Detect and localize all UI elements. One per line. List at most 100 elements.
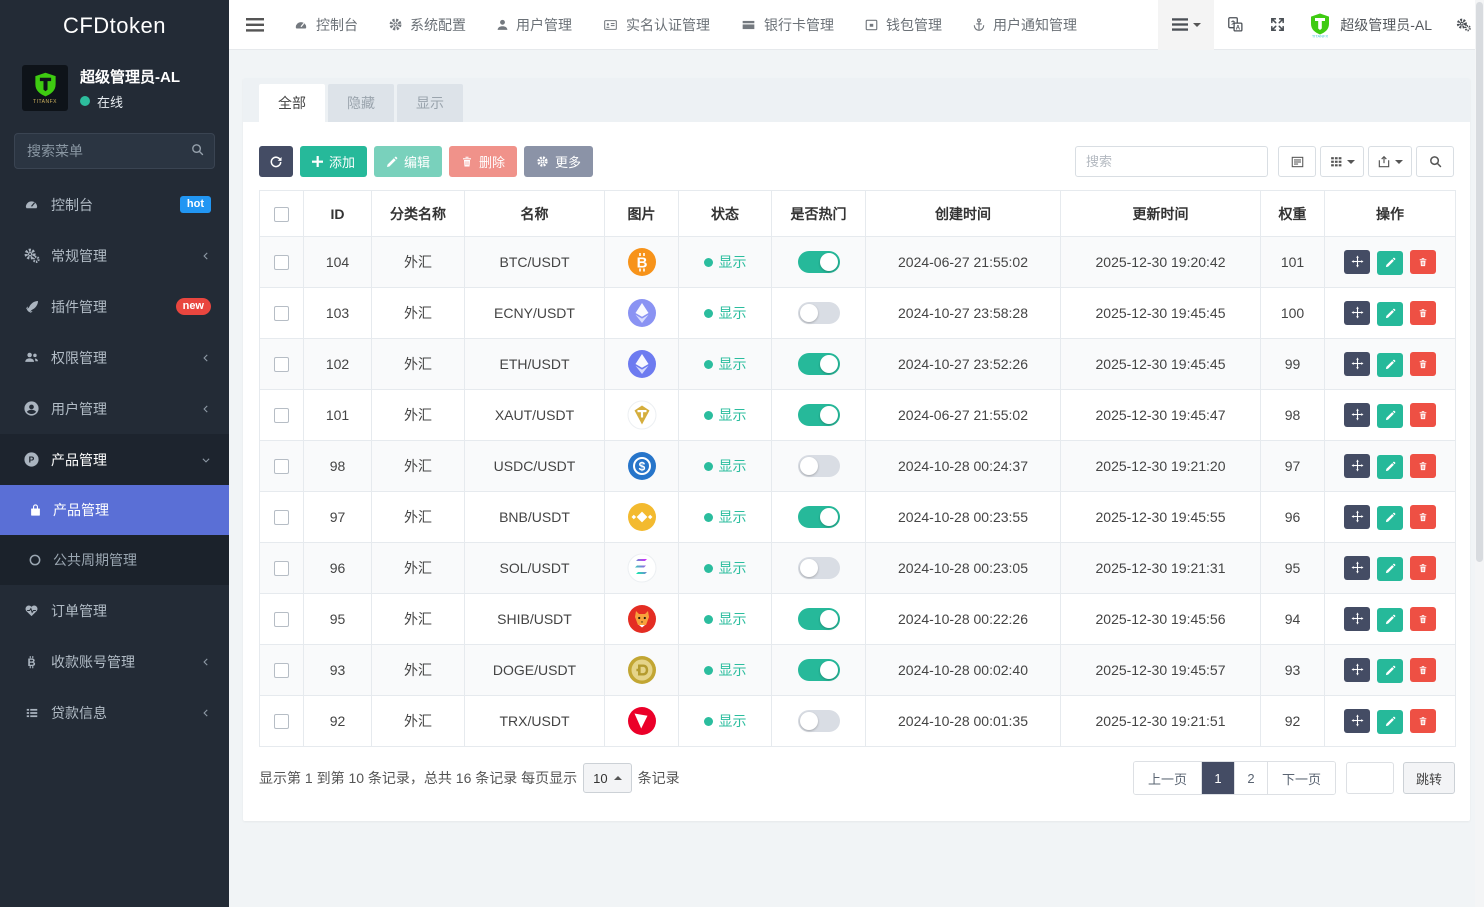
sidebar-item-general[interactable]: 常规管理	[0, 230, 229, 281]
row-edit-button[interactable]	[1377, 404, 1403, 428]
nav-item-user-notice[interactable]: 用户通知管理	[959, 0, 1090, 50]
hot-toggle[interactable]	[798, 506, 840, 528]
row-edit-button[interactable]	[1377, 557, 1403, 581]
row-delete-button[interactable]	[1410, 454, 1436, 478]
sidebar-toggle-icon[interactable]	[229, 18, 280, 32]
sidebar-item-permissions[interactable]: 权限管理	[0, 332, 229, 383]
row-edit-button[interactable]	[1377, 608, 1403, 632]
search-submit-button[interactable]	[1416, 146, 1454, 177]
select-all-checkbox[interactable]	[274, 207, 289, 222]
admin-profile[interactable]: TITANFX 超级管理员-AL	[1298, 12, 1442, 38]
refresh-button[interactable]	[259, 146, 293, 177]
submenu-item-public-cycle[interactable]: 公共周期管理	[0, 535, 229, 585]
edit-button[interactable]: 编辑	[374, 146, 442, 177]
row-delete-button[interactable]	[1410, 505, 1436, 529]
nav-item-user-manage[interactable]: 用户管理	[483, 0, 585, 50]
row-move-button[interactable]	[1344, 352, 1370, 376]
row-checkbox[interactable]	[274, 357, 289, 372]
row-edit-button[interactable]	[1377, 659, 1403, 683]
brand-title[interactable]: CFDtoken	[0, 0, 229, 51]
row-checkbox[interactable]	[274, 306, 289, 321]
row-checkbox[interactable]	[274, 510, 289, 525]
tab-hidden[interactable]: 隐藏	[328, 84, 394, 122]
row-edit-button[interactable]	[1377, 251, 1403, 275]
common-search-button[interactable]	[1278, 146, 1316, 177]
row-move-button[interactable]	[1344, 301, 1370, 325]
export-button[interactable]	[1368, 146, 1412, 177]
sidebar-item-products[interactable]: P 产品管理	[0, 434, 229, 485]
row-checkbox[interactable]	[274, 663, 289, 678]
hot-toggle[interactable]	[798, 353, 840, 375]
row-checkbox[interactable]	[274, 561, 289, 576]
sidebar-item-payment-accounts[interactable]: B 收款账号管理	[0, 636, 229, 687]
sidebar-item-users[interactable]: 用户管理	[0, 383, 229, 434]
sidebar-item-dashboard[interactable]: 控制台 hot	[0, 179, 229, 230]
sidebar-item-plugins[interactable]: 插件管理 new	[0, 281, 229, 332]
row-delete-button[interactable]	[1410, 403, 1436, 427]
row-delete-button[interactable]	[1410, 607, 1436, 631]
row-delete-button[interactable]	[1410, 301, 1436, 325]
row-edit-button[interactable]	[1377, 455, 1403, 479]
hot-toggle[interactable]	[798, 557, 840, 579]
fullscreen-icon[interactable]	[1256, 0, 1298, 50]
page-size-select[interactable]: 10	[583, 763, 631, 793]
row-move-button[interactable]	[1344, 607, 1370, 631]
row-edit-button[interactable]	[1377, 506, 1403, 530]
hot-toggle[interactable]	[798, 659, 840, 681]
row-move-button[interactable]	[1344, 505, 1370, 529]
sidebar-item-loan-info[interactable]: 贷款信息	[0, 687, 229, 738]
prev-page-button[interactable]: 上一页	[1134, 762, 1202, 794]
row-checkbox[interactable]	[274, 714, 289, 729]
page-jump-input[interactable]	[1346, 762, 1394, 794]
row-checkbox[interactable]	[274, 612, 289, 627]
row-delete-button[interactable]	[1410, 352, 1436, 376]
hot-toggle[interactable]	[798, 608, 840, 630]
row-delete-button[interactable]	[1410, 658, 1436, 682]
row-move-button[interactable]	[1344, 709, 1370, 733]
nav-item-kyc-manage[interactable]: 实名认证管理	[589, 0, 723, 50]
row-delete-button[interactable]	[1410, 556, 1436, 580]
row-checkbox[interactable]	[274, 459, 289, 474]
row-edit-button[interactable]	[1377, 710, 1403, 734]
nav-item-system-config[interactable]: 系统配置	[375, 0, 479, 50]
hot-toggle[interactable]	[798, 710, 840, 732]
next-page-button[interactable]: 下一页	[1268, 762, 1335, 794]
row-move-button[interactable]	[1344, 403, 1370, 427]
tab-all[interactable]: 全部	[259, 84, 325, 122]
row-delete-button[interactable]	[1410, 709, 1436, 733]
submenu-item-product-manage[interactable]: 产品管理	[0, 485, 229, 535]
tab-visible[interactable]: 显示	[397, 84, 463, 122]
columns-button[interactable]	[1320, 146, 1364, 177]
add-button[interactable]: 添加	[300, 146, 367, 177]
row-checkbox[interactable]	[274, 408, 289, 423]
page-scrollbar[interactable]	[1475, 0, 1484, 907]
row-move-button[interactable]	[1344, 658, 1370, 682]
delete-button[interactable]: 删除	[449, 146, 517, 177]
hot-toggle[interactable]	[798, 302, 840, 324]
row-edit-button[interactable]	[1377, 302, 1403, 326]
page-button-2[interactable]: 2	[1235, 762, 1268, 794]
nav-item-dashboard[interactable]: 控制台	[280, 0, 371, 50]
quick-menu-dropdown[interactable]	[1158, 0, 1214, 50]
row-actions	[1325, 543, 1456, 594]
row-edit-button[interactable]	[1377, 353, 1403, 377]
hot-toggle[interactable]	[798, 404, 840, 426]
more-button[interactable]: 更多	[524, 146, 593, 177]
row-delete-button[interactable]	[1410, 250, 1436, 274]
sidebar-search-input[interactable]	[14, 133, 215, 169]
row-move-button[interactable]	[1344, 250, 1370, 274]
scrollbar-thumb[interactable]	[1476, 2, 1483, 562]
hot-toggle[interactable]	[798, 455, 840, 477]
row-move-button[interactable]	[1344, 556, 1370, 580]
page-button-1[interactable]: 1	[1202, 762, 1235, 794]
row-checkbox[interactable]	[274, 255, 289, 270]
language-icon[interactable]: A	[1214, 0, 1256, 50]
nav-item-bank-card[interactable]: 银行卡管理	[727, 0, 847, 50]
row-move-button[interactable]	[1344, 454, 1370, 478]
avatar[interactable]: TITANFX	[22, 65, 68, 111]
nav-item-wallet[interactable]: 钱包管理	[851, 0, 955, 50]
sidebar-item-orders[interactable]: 订单管理	[0, 585, 229, 636]
page-jump-button[interactable]: 跳转	[1403, 762, 1455, 794]
table-search-input[interactable]	[1075, 146, 1268, 177]
hot-toggle[interactable]	[798, 251, 840, 273]
